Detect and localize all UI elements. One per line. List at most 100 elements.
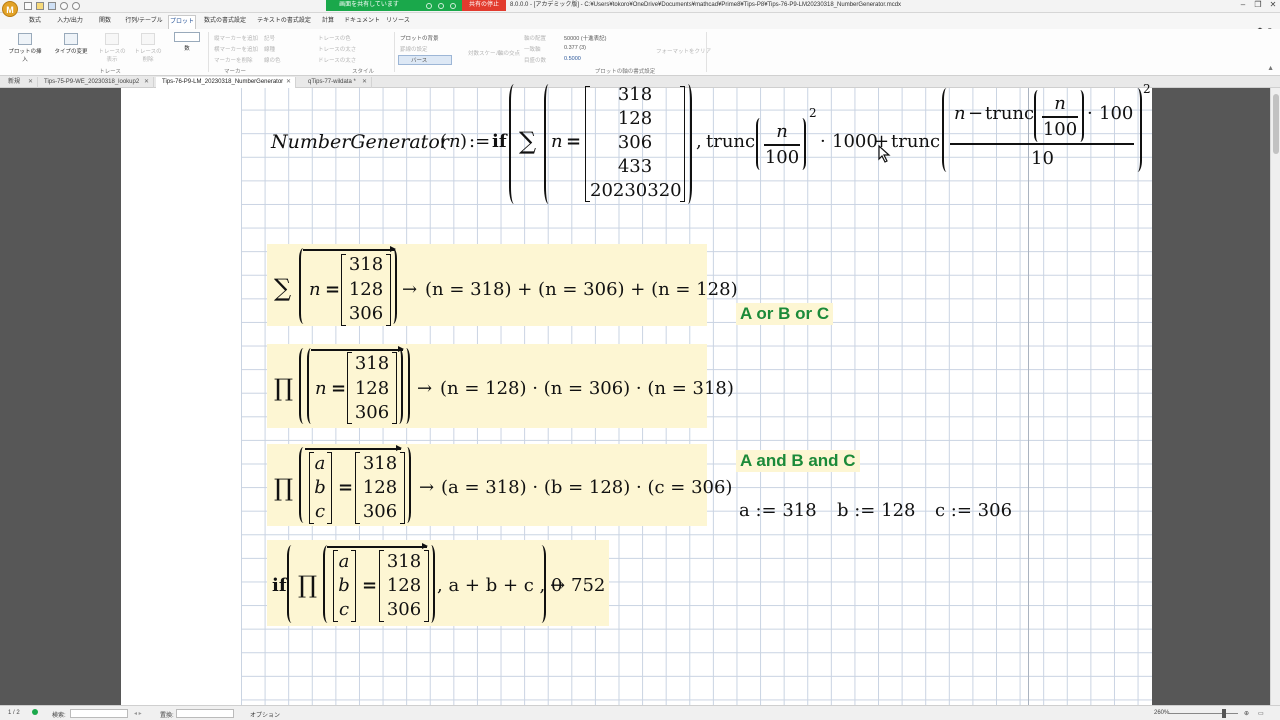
axis-type-select[interactable]: バース [398,55,452,65]
product-region[interactable]: ∏ n = 318 128 306 → (n = 128) · (n = 306… [267,344,734,428]
app-logo-icon[interactable]: M [2,1,18,17]
restore-button[interactable]: ❐ [1251,0,1265,11]
equals-sign: = [331,378,347,399]
vectorize-arrow [311,346,404,352]
trace-symbol[interactable]: 記号 [264,34,275,42]
add-vertical-marker[interactable]: 縦マーカーを追加 [214,34,258,42]
trace-line-color[interactable]: 線の色 [264,56,281,64]
symbolic-arrow: → [402,279,418,300]
fit-page-icon[interactable]: ▭ [1258,710,1264,717]
sum-region[interactable]: ∑ n = 318 128 306 → (n = 318) + (n = 306… [267,244,738,326]
vars-right-bracket [351,550,356,622]
doc-tab-lookup2[interactable]: Tips-75-P9-WE_20230318_lookup2 ✕ [38,77,154,88]
tab-math-formatting[interactable]: 数式の書式設定 [200,15,250,29]
close-button[interactable]: ✕ [1266,0,1280,11]
if-region[interactable]: if ∏ a b c = 318 128 306 , a + b + c , 0… [267,540,609,626]
add-horizontal-marker[interactable]: 横マーカーを追加 [214,45,258,53]
equals-sign: = [325,279,341,300]
open-paren [299,248,308,324]
tab-text-formatting[interactable]: テキストの書式設定 [254,15,314,29]
var-c: c [314,501,326,522]
share-settings-icon[interactable] [438,3,444,9]
close-tab-icon[interactable]: ✕ [28,77,33,88]
collapse-ribbon-icon[interactable]: ▲ [1267,65,1274,72]
doc-tab-new[interactable]: 新規 ✕ [2,77,38,88]
scrollbar-thumb[interactable] [1273,94,1279,154]
trace-number-spinner[interactable]: 数 [172,32,202,52]
options-button[interactable]: オプション [250,710,280,719]
tab-resources[interactable]: リソース [384,15,412,29]
clear-format-button[interactable]: フォーマットをクリア [656,47,711,55]
grid-line-button[interactable]: 罫線の設定 [400,45,428,53]
trace-weight[interactable]: トレースの太さ [318,45,356,53]
match-axis-button[interactable]: 一致軸 [524,45,541,53]
tab-calculation[interactable]: 計算 [316,15,340,29]
vector-elem: 306 [617,132,653,153]
minimize-button[interactable]: – [1236,0,1250,11]
precision-select[interactable]: 0.377 (3) [564,45,586,51]
close-tab-icon[interactable]: ✕ [144,77,149,88]
tick-count-button[interactable]: 目盛の数 [524,56,546,64]
zoom-slider-handle[interactable] [1222,709,1226,718]
stop-share-button[interactable]: 共有の停止 [462,0,506,11]
assign-c[interactable]: c := 306 [935,500,1012,521]
trunc2-open-paren [942,88,951,172]
show-trace-label: トレースの表示 [98,49,126,63]
assign-a[interactable]: a := 318 [739,500,817,521]
tab-plots[interactable]: プロット [168,15,196,29]
undo-icon[interactable] [60,2,68,10]
vector-elem: 306 [354,402,390,423]
vector-elem: 433 [617,156,653,177]
assign-b[interactable]: b := 128 [837,500,915,521]
group-label-axis-format: プロットの軸の書式設定 [594,69,656,75]
open-folder-icon[interactable] [36,2,44,10]
delete-marker[interactable]: マーカーを削除 [214,56,253,64]
product-abc-region[interactable]: ∏ a b c = 318 128 306 → (a = 318) · (b =… [267,444,732,526]
spinner-icon [174,32,200,42]
label-and[interactable]: A and B and C [736,450,860,472]
axis-placement-button[interactable]: 軸の配置 [524,34,546,42]
trace-color[interactable]: トレースの色 [318,34,351,42]
replace-input[interactable] [176,709,234,718]
tab-document[interactable]: ドキュメント [344,15,380,29]
plot-background-button[interactable]: プロットの背景 [400,34,439,42]
search-input[interactable] [70,709,128,718]
zoom-slider[interactable] [1168,713,1238,714]
search-arrows-icon[interactable]: ◂ ▸ [134,710,142,717]
redo-icon[interactable] [72,2,80,10]
new-file-icon[interactable] [24,2,32,10]
symbolic-result: (a = 318) · (b = 128) · (c = 306) [441,477,733,498]
mathcad-window: M 画面を共有しています 共有の停止 8.0.0.0 - [アカデミック版] -… [0,0,1280,720]
delete-trace-button[interactable]: トレースの削除 [132,33,164,63]
if-open-paren [287,545,296,623]
tab-math[interactable]: 数式 [22,15,48,29]
pause-share-icon[interactable] [426,3,432,9]
equals-sign: = [362,575,378,596]
vertical-scrollbar[interactable] [1270,88,1280,705]
save-icon[interactable] [48,2,56,10]
if-keyword: if [272,575,287,596]
doc-tab-wildata[interactable]: qTips-77-wildata * ✕ [302,77,372,88]
trace-line-type[interactable]: 線種 [264,45,275,53]
trace-weight-2[interactable]: ドレースの太さ [318,56,356,64]
tab-functions[interactable]: 関数 [92,15,118,29]
zoom-in-icon[interactable]: ⊕ [1244,710,1249,717]
close-tab-icon[interactable]: ✕ [362,77,367,88]
tab-matrices-tables[interactable]: 行列/テーブル [122,15,166,29]
doc-tab-numbergenerator[interactable]: Tips-76-P9-LM_20230318_NumberGenerator ✕ [156,77,296,88]
number-format-select[interactable]: 50000 (十進表記) [564,34,607,42]
label-or[interactable]: A or B or C [736,303,834,325]
axis-crossing-button[interactable]: 軸の交点 [498,49,520,57]
trace-icon [105,33,119,45]
share-info-icon[interactable] [450,3,456,9]
tab-input-output[interactable]: 入力/出力 [52,15,88,29]
show-trace-button[interactable]: トレースの表示 [96,33,128,63]
inner-minus: − [968,103,984,124]
change-type-button[interactable]: タイプの変更 [54,33,88,55]
close-tab-icon[interactable]: ✕ [286,77,291,88]
vector-elem: 318 [617,84,653,105]
inner-dot: · [1087,103,1093,124]
insert-plot-button[interactable]: プロットの挿入 [8,33,42,63]
log-scale-button[interactable]: 対数スケール [468,49,501,57]
trunc-function-2: trunc [891,131,941,152]
